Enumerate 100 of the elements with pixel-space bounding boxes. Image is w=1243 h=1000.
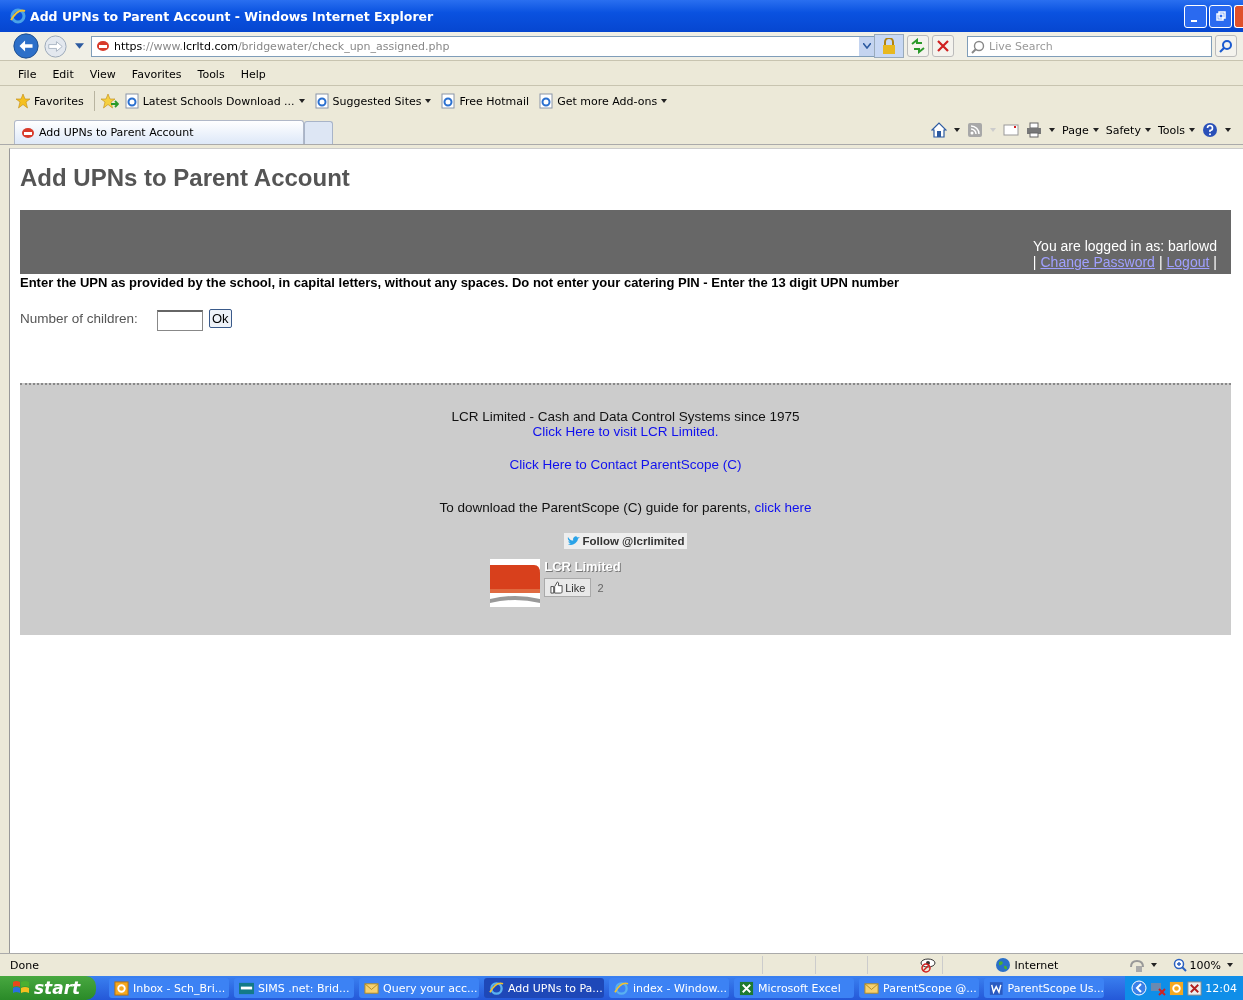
page-heading: Add UPNs to Parent Account (20, 164, 351, 192)
caret-icon[interactable] (1150, 963, 1157, 967)
search-icon (971, 39, 985, 54)
menu-item[interactable]: View (89, 67, 124, 81)
command-menu[interactable]: Page (1062, 123, 1099, 137)
app-icon[interactable] (1169, 980, 1185, 996)
app-icon (364, 980, 379, 996)
zoom-control[interactable]: 100% (1172, 958, 1221, 972)
caret-icon[interactable] (1049, 128, 1056, 132)
clock: 12:04 (1205, 981, 1237, 995)
separator-text: | (1032, 254, 1037, 270)
start-button[interactable]: start (0, 976, 96, 1000)
caret-icon[interactable] (1225, 128, 1231, 132)
app-icon (114, 980, 129, 996)
menu-item[interactable]: File (18, 67, 45, 81)
command-menu[interactable]: Safety (1105, 123, 1151, 137)
app-icon (489, 980, 504, 996)
guide-text: To download the ParentScope (C) guide for parents, click here (439, 500, 812, 515)
thumbs-up-icon (550, 581, 564, 594)
add-favorite-icon[interactable] (100, 93, 119, 109)
restore-icon (1215, 11, 1226, 21)
flag-icon (12, 980, 30, 996)
taskbar-button[interactable]: Microsoft Excel (734, 978, 854, 998)
favorites-button[interactable]: Favorites (15, 93, 84, 109)
follow-button[interactable]: Follow @lcrlimited (563, 533, 688, 549)
favorites-link[interactable]: Get more Add-ons (539, 93, 668, 109)
taskbar-button[interactable]: SIMS .net: Brid... (234, 978, 354, 998)
taskbar-button[interactable]: ParentScope Us... (984, 978, 1104, 998)
company-text: LCR Limited - Cash and Data Control Systems since 1975 (451, 409, 800, 424)
menu-item[interactable]: Edit (52, 67, 82, 81)
menu-item[interactable]: Help (240, 67, 274, 81)
help-icon[interactable] (1202, 122, 1218, 138)
taskbar-button[interactable]: Query your acc... (359, 978, 479, 998)
page-icon (314, 93, 329, 109)
contact-link[interactable]: Click Here to Contact ParentScope (C) (509, 457, 742, 472)
caret-icon (1092, 128, 1099, 132)
bird-icon (566, 535, 580, 547)
back-button[interactable] (12, 32, 40, 60)
privacy-icon[interactable] (919, 957, 936, 973)
children-count-field[interactable] (157, 310, 203, 331)
app-icon[interactable] (1187, 980, 1203, 996)
caret-icon (1144, 128, 1151, 132)
menu-item[interactable]: Tools (197, 67, 233, 81)
browser-tab[interactable]: Add UPNs to Parent Account (14, 120, 304, 144)
dropdown-button[interactable] (859, 36, 874, 56)
favorites-link[interactable]: Suggested Sites (314, 93, 432, 109)
search-button[interactable] (1215, 35, 1237, 57)
refresh-button[interactable] (907, 35, 929, 57)
minimize-icon (1190, 20, 1197, 22)
ok-button[interactable]: Ok (209, 309, 232, 328)
site-icon (96, 39, 110, 53)
print-icon[interactable] (1026, 122, 1043, 138)
separator-text: | (1158, 254, 1163, 270)
search-field[interactable]: Live Search (967, 35, 1212, 57)
page-icon (539, 93, 554, 109)
app-icon (864, 980, 879, 996)
app-icon (989, 980, 1004, 996)
field-label: Number of children: (20, 311, 139, 326)
caret-icon[interactable] (1227, 963, 1233, 967)
favorites-link[interactable]: Latest Schools Download ... (124, 93, 305, 109)
globe-icon (994, 957, 1011, 973)
zone-indicator: Internet (994, 957, 1123, 973)
guide-link[interactable]: click here (754, 500, 812, 515)
favorites-link[interactable]: Free Hotmail (441, 93, 530, 109)
command-menu[interactable]: Tools (1157, 123, 1195, 137)
instruction-text: Enter the UPN as provided by the school, in capital letters, without any spaces. Do not enter your catering PIN - Enter the 13 digit UPN number (20, 275, 901, 290)
lock-icon (882, 38, 896, 54)
site-icon (21, 125, 35, 140)
caret-icon (1189, 128, 1195, 132)
taskbar-button[interactable]: ParentScope @... (859, 978, 979, 998)
app-icon (739, 980, 754, 996)
login-status: You are logged in as: barlowd (1033, 238, 1217, 254)
star-icon (15, 93, 31, 109)
app-icon (614, 980, 629, 996)
like-button[interactable]: Like (544, 578, 592, 597)
caret-icon (862, 43, 871, 49)
taskbar-button[interactable]: index - Window... (609, 978, 729, 998)
minimize-button[interactable] (1184, 4, 1207, 28)
restore-button[interactable] (1209, 4, 1232, 28)
zoom-icon (1172, 958, 1187, 972)
status-text: Done (10, 958, 40, 972)
stop-button[interactable] (932, 35, 954, 57)
caret-icon[interactable] (954, 128, 961, 132)
visit-link[interactable]: Click Here to visit LCR Limited. (532, 424, 719, 439)
taskbar-button[interactable]: Add UPNs to Pa... (484, 978, 604, 998)
taskbar-button[interactable]: Inbox - Sch_Bri... (109, 978, 229, 998)
close-button[interactable] (1234, 4, 1243, 28)
address-field[interactable]: https://www.lcrltd.com/bridgewater/check_upn_assigned.php (91, 35, 875, 57)
menu-item[interactable]: Favorites (131, 67, 190, 81)
browser-icon (10, 8, 26, 24)
x-icon (935, 38, 951, 54)
like-count: 2 (597, 581, 604, 594)
search-icon (1219, 39, 1233, 53)
caret-icon[interactable] (75, 42, 84, 50)
home-icon[interactable] (931, 122, 948, 138)
window-title: Add UPNs to Parent Account - Windows Internet Explorer (30, 8, 434, 24)
app-icon (239, 980, 254, 996)
refresh-icon (910, 38, 926, 54)
page-icon (124, 93, 139, 109)
separator-text: | (1213, 254, 1217, 270)
